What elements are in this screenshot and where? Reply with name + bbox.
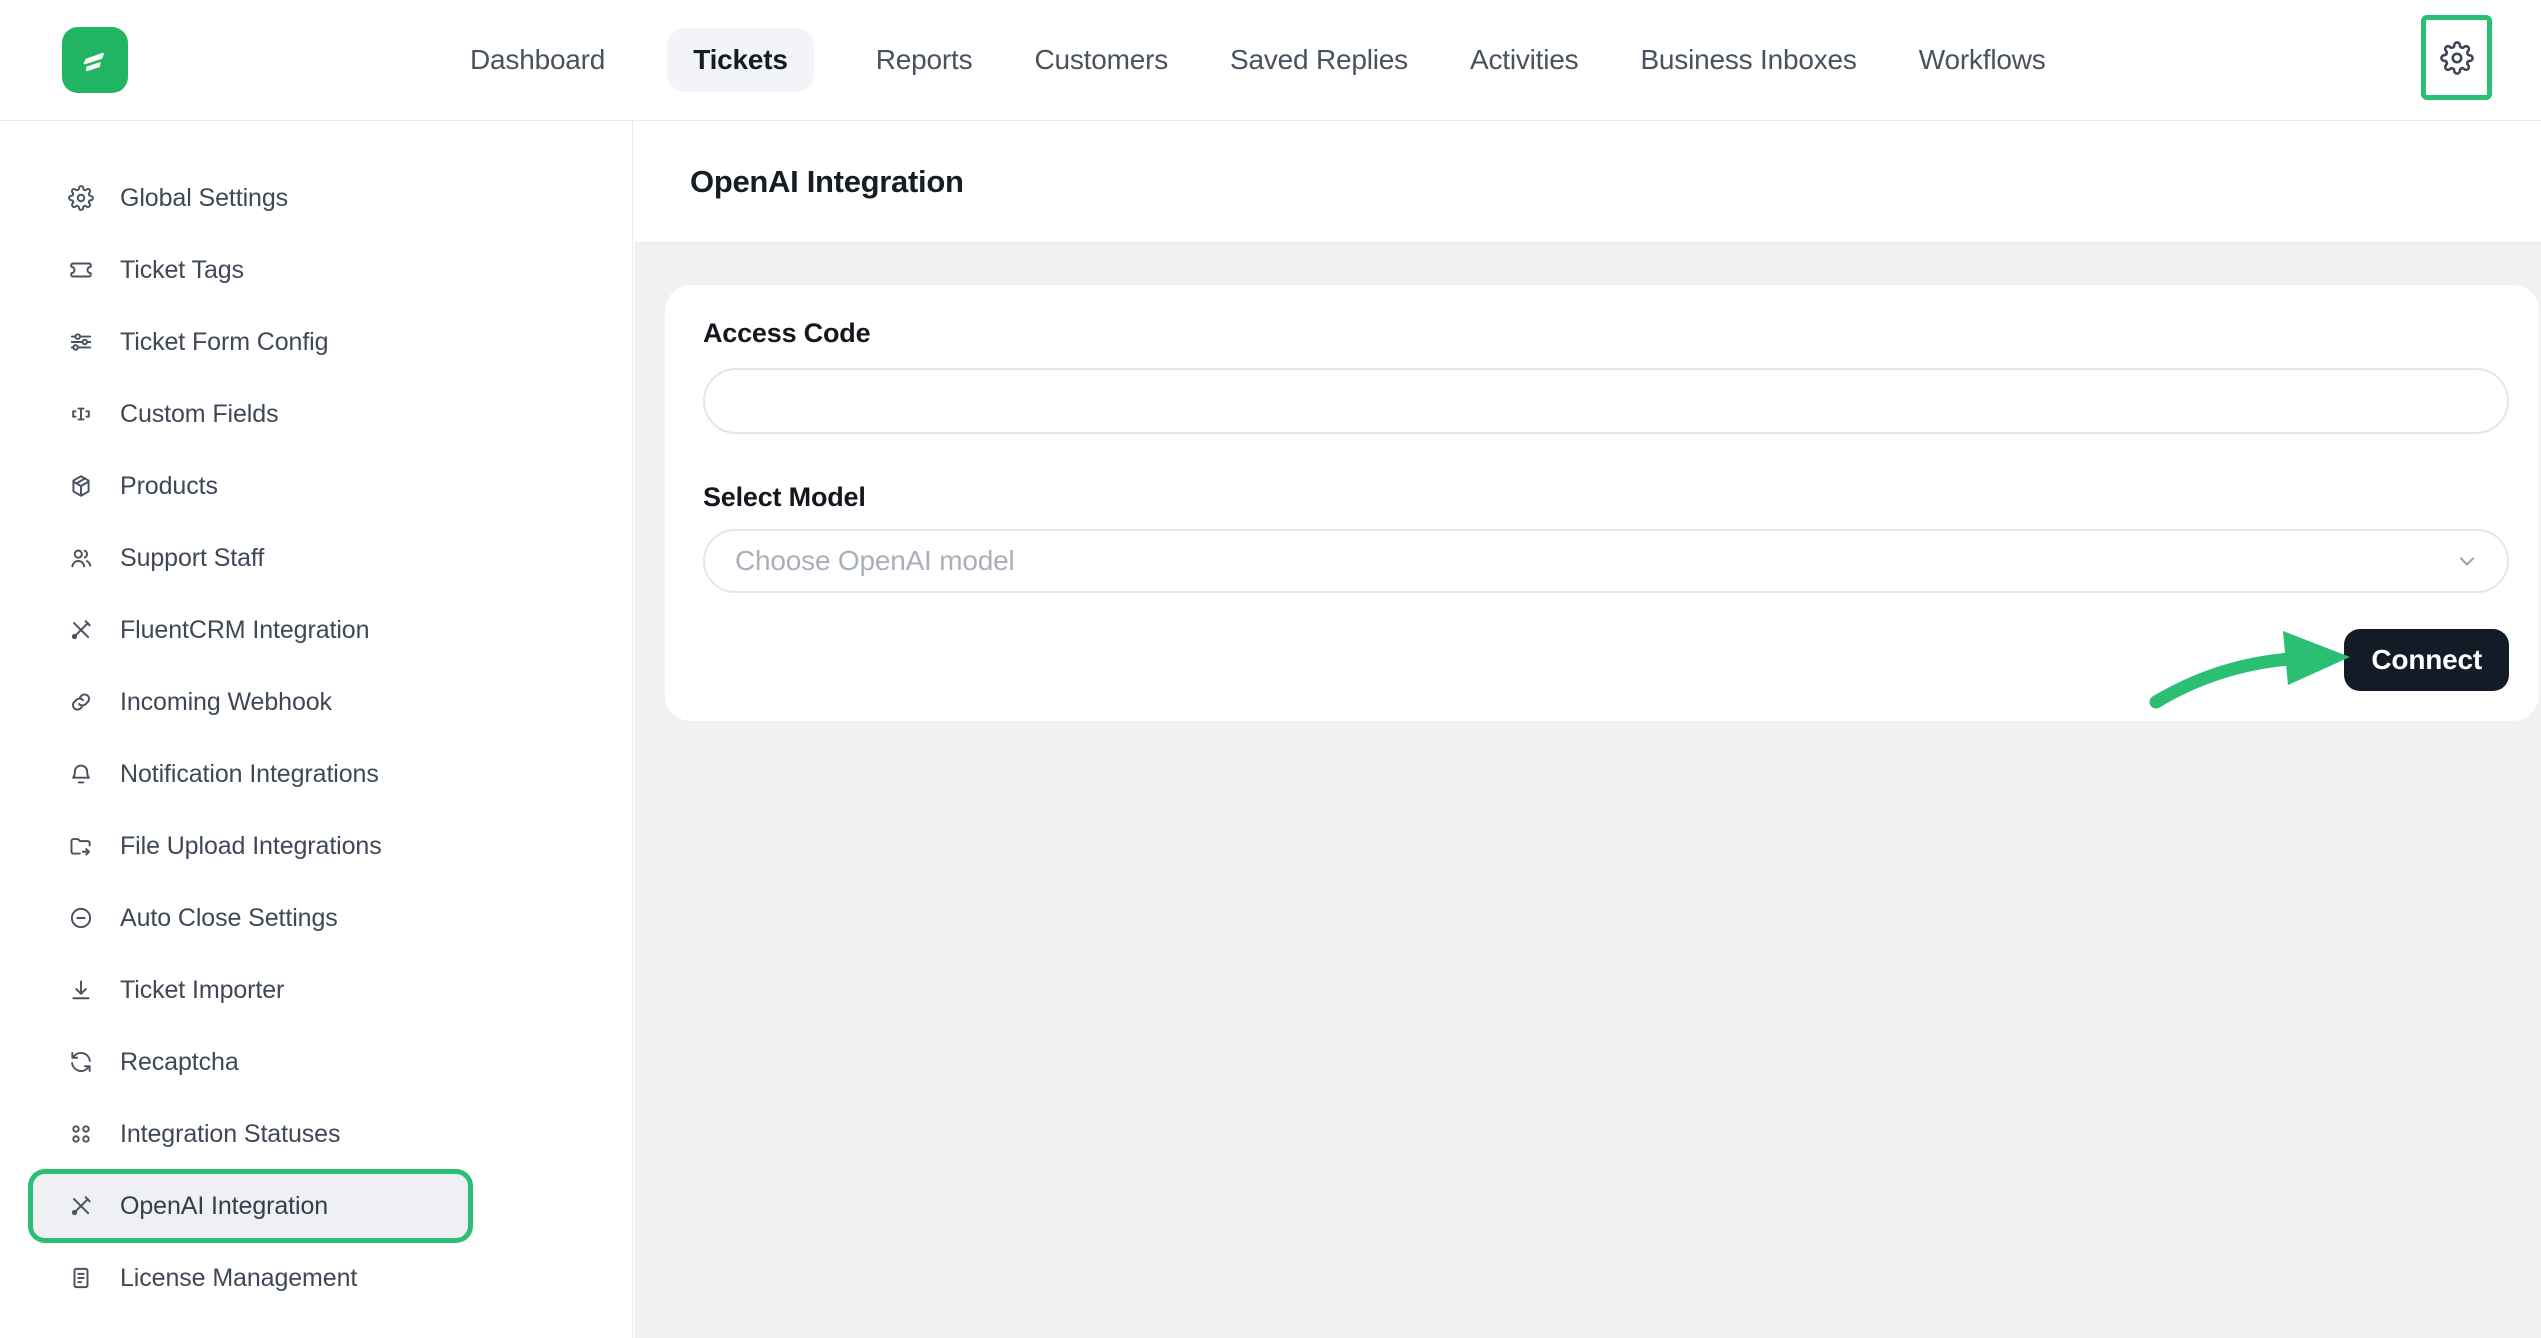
circle-minus-icon (68, 905, 94, 931)
chevron-down-icon (2455, 549, 2479, 573)
sidebar-item-label: Incoming Webhook (120, 688, 332, 717)
access-code-label: Access Code (703, 318, 2509, 349)
sidebar-item-ticket-tags[interactable]: Ticket Tags (33, 234, 468, 306)
connect-button[interactable]: Connect (2344, 629, 2509, 691)
sidebar-item-label: Global Settings (120, 184, 288, 213)
document-icon (68, 1265, 94, 1291)
nav-item-dashboard[interactable]: Dashboard (470, 44, 605, 76)
sidebar-item-license-management[interactable]: License Management (33, 1242, 468, 1314)
nav-item-activities[interactable]: Activities (1470, 44, 1578, 76)
nav-item-tickets[interactable]: Tickets (667, 28, 814, 92)
download-icon (68, 977, 94, 1003)
sidebar-item-support-staff[interactable]: Support Staff (33, 522, 468, 594)
sidebar-item-custom-fields[interactable]: Custom Fields (33, 378, 468, 450)
sidebar-item-openai-integration[interactable]: OpenAI Integration (33, 1174, 468, 1238)
top-navigation-bar: Dashboard Tickets Reports Customers Saved Re… (0, 0, 2541, 121)
link-icon (68, 689, 94, 715)
select-model-placeholder: Choose OpenAI model (735, 545, 1014, 577)
nav-item-workflows[interactable]: Workflows (1919, 44, 2046, 76)
sidebar-item-label: License Management (120, 1264, 357, 1293)
bell-icon (68, 761, 94, 787)
nav-item-customers[interactable]: Customers (1034, 44, 1168, 76)
sidebar-item-notification-integrations[interactable]: Notification Integrations (33, 738, 468, 810)
settings-sidebar: Global Settings Ticket Tags Ticket Form Co… (0, 121, 633, 1338)
page-title: OpenAI Integration (690, 164, 964, 200)
logo-glyph (74, 39, 116, 81)
sidebar-item-label: Ticket Form Config (120, 328, 328, 357)
sidebar-item-global-settings[interactable]: Global Settings (33, 162, 468, 234)
sidebar-item-label: Support Staff (120, 544, 264, 573)
content-header: OpenAI Integration (634, 121, 2541, 243)
input-cursor-icon (68, 401, 94, 427)
nav-item-saved-replies[interactable]: Saved Replies (1230, 44, 1408, 76)
sidebar-item-ticket-importer[interactable]: Ticket Importer (33, 954, 468, 1026)
main-content: OpenAI Integration Access Code Select Mo… (634, 121, 2541, 1338)
select-model-dropdown[interactable]: Choose OpenAI model (703, 529, 2509, 593)
sidebar-item-label: Auto Close Settings (120, 904, 338, 933)
sidebar-item-label: Custom Fields (120, 400, 278, 429)
settings-sidebar-list: Global Settings Ticket Tags Ticket Form Co… (0, 121, 632, 1314)
settings-gear-annotation (2421, 15, 2492, 100)
users-icon (68, 545, 94, 571)
grid-dots-icon (68, 1121, 94, 1147)
sidebar-item-label: FluentCRM Integration (120, 616, 369, 645)
sidebar-item-fluentcrm-integration[interactable]: FluentCRM Integration (33, 594, 468, 666)
folder-arrow-icon (68, 833, 94, 859)
sidebar-item-label: Recaptcha (120, 1048, 239, 1077)
select-model-label: Select Model (703, 482, 2509, 513)
refresh-icon (68, 1049, 94, 1075)
nav-item-reports[interactable]: Reports (876, 44, 973, 76)
gear-icon (68, 185, 94, 211)
connect-button-row: Connect (703, 629, 2509, 691)
sidebar-item-incoming-webhook[interactable]: Incoming Webhook (33, 666, 468, 738)
sidebar-item-integration-statuses[interactable]: Integration Statuses (33, 1098, 468, 1170)
sidebar-item-auto-close-settings[interactable]: Auto Close Settings (33, 882, 468, 954)
sidebar-item-label: Ticket Tags (120, 256, 244, 285)
sidebar-item-label: Integration Statuses (120, 1120, 340, 1149)
fluent-support-logo[interactable] (62, 27, 128, 93)
gear-icon[interactable] (2440, 41, 2474, 75)
fluent-support-app: Dashboard Tickets Reports Customers Saved Re… (0, 0, 2541, 1338)
tools-icon (68, 617, 94, 643)
sidebar-item-label: File Upload Integrations (120, 832, 382, 861)
sidebar-item-products[interactable]: Products (33, 450, 468, 522)
package-icon (68, 473, 94, 499)
sliders-icon (68, 329, 94, 355)
ticket-icon (68, 257, 94, 283)
sidebar-item-file-upload-integrations[interactable]: File Upload Integrations (33, 810, 468, 882)
sidebar-item-label: OpenAI Integration (120, 1192, 328, 1221)
sidebar-item-label: Products (120, 472, 218, 501)
main-nav-menu: Dashboard Tickets Reports Customers Saved Re… (470, 0, 2046, 120)
sidebar-item-recaptcha[interactable]: Recaptcha (33, 1026, 468, 1098)
sidebar-item-label: Notification Integrations (120, 760, 379, 789)
tools-icon (68, 1193, 94, 1219)
openai-settings-card: Access Code Select Model Choose OpenAI m… (665, 285, 2539, 721)
access-code-input[interactable] (703, 368, 2509, 434)
sidebar-item-ticket-form-config[interactable]: Ticket Form Config (33, 306, 468, 378)
nav-item-business-inboxes[interactable]: Business Inboxes (1640, 44, 1856, 76)
sidebar-item-label: Ticket Importer (120, 976, 284, 1005)
